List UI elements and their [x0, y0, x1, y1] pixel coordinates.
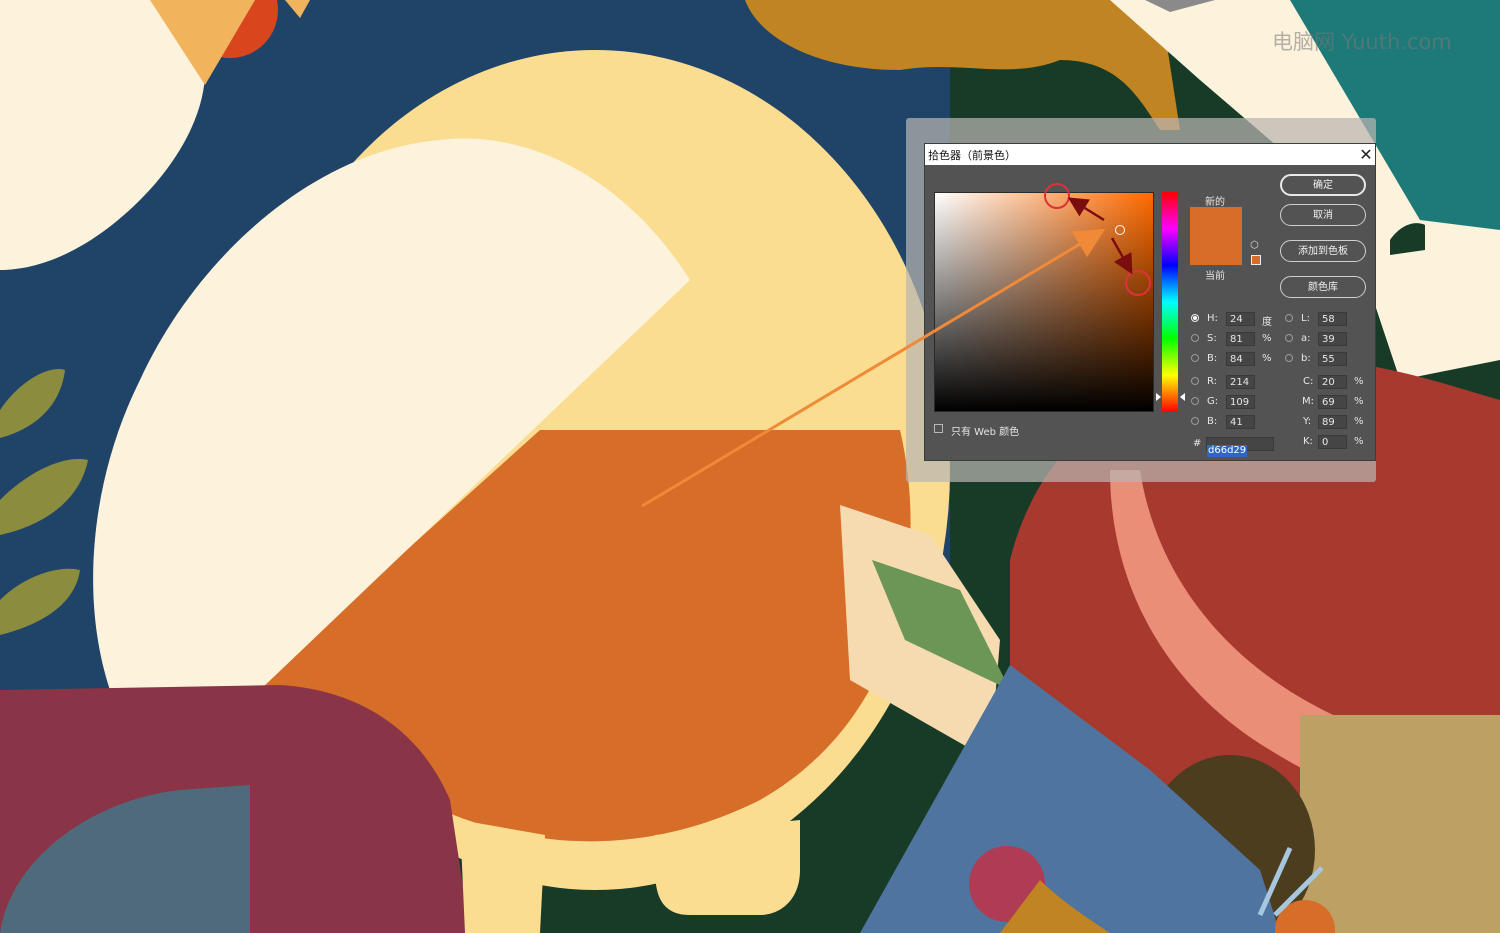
hue-slider-right-arrow-icon[interactable]	[1180, 393, 1185, 401]
label-l: L:	[1301, 313, 1310, 324]
unit-s: %	[1262, 333, 1272, 344]
unit-k: %	[1354, 436, 1364, 447]
watermark-text: 电脑网 Yuuth.com	[1272, 30, 1452, 54]
radio-blue[interactable]	[1191, 417, 1199, 425]
close-icon[interactable]: ✕	[1357, 144, 1375, 165]
input-m[interactable]: 69	[1318, 395, 1347, 409]
radio-l[interactable]	[1285, 314, 1293, 322]
hue-slider[interactable]	[1162, 192, 1178, 412]
label-brightness: B:	[1207, 353, 1218, 364]
input-k[interactable]: 0	[1318, 435, 1347, 449]
unit-y: %	[1354, 416, 1364, 427]
input-blue[interactable]: 41	[1226, 415, 1255, 429]
input-a[interactable]: 39	[1318, 332, 1347, 346]
radio-brightness[interactable]	[1191, 354, 1199, 362]
radio-r[interactable]	[1191, 377, 1199, 385]
hex-label: #	[1193, 438, 1202, 449]
hue-slider-left-arrow-icon[interactable]	[1156, 393, 1161, 401]
radio-lab-b[interactable]	[1285, 354, 1293, 362]
radio-s[interactable]	[1191, 334, 1199, 342]
color-field[interactable]	[934, 192, 1154, 412]
label-y: Y:	[1303, 416, 1312, 427]
current-color-label: 当前	[1205, 271, 1225, 282]
dialog-titlebar[interactable]: 拾色器（前景色） ✕	[925, 144, 1375, 165]
label-s: S:	[1207, 333, 1217, 344]
color-field-cursor[interactable]	[1115, 225, 1125, 235]
web-colors-only-checkbox[interactable]	[934, 424, 943, 433]
unit-brightness: %	[1262, 353, 1272, 364]
input-r[interactable]: 214	[1226, 375, 1255, 389]
hex-input[interactable]: d66d29	[1206, 437, 1274, 457]
color-picker-dialog: 拾色器（前景色） ✕ 新的 当前 ⬡ 确定 取消 添加到色板 颜色库 H: 24…	[924, 143, 1376, 461]
label-a: a:	[1301, 333, 1311, 344]
label-h: H:	[1207, 313, 1218, 324]
web-safe-swatch-icon[interactable]	[1251, 255, 1261, 265]
input-brightness[interactable]: 84	[1226, 352, 1255, 366]
ok-button[interactable]: 确定	[1280, 174, 1366, 196]
web-colors-only-label: 只有 Web 颜色	[951, 427, 1020, 438]
unit-h: 度	[1262, 317, 1272, 328]
label-k: K:	[1303, 436, 1313, 447]
color-libraries-button[interactable]: 颜色库	[1280, 276, 1366, 298]
input-g[interactable]: 109	[1226, 395, 1255, 409]
input-l[interactable]: 58	[1318, 312, 1347, 326]
hex-value: d66d29	[1207, 445, 1248, 457]
label-blue: B:	[1207, 416, 1218, 427]
label-g: G:	[1207, 396, 1219, 407]
unit-m: %	[1354, 396, 1364, 407]
gamut-cube-icon[interactable]: ⬡	[1250, 240, 1259, 251]
new-current-color-swatch[interactable]	[1190, 207, 1242, 265]
label-lab-b: b:	[1301, 353, 1311, 364]
radio-g[interactable]	[1191, 397, 1199, 405]
cancel-button[interactable]: 取消	[1280, 204, 1366, 226]
unit-c: %	[1354, 376, 1364, 387]
add-to-swatches-button[interactable]: 添加到色板	[1280, 240, 1366, 262]
label-c: C:	[1303, 376, 1314, 387]
radio-h[interactable]	[1191, 314, 1199, 322]
new-color-label: 新的	[1205, 197, 1225, 208]
input-s[interactable]: 81	[1226, 332, 1255, 346]
dialog-title: 拾色器（前景色）	[928, 149, 1016, 162]
input-c[interactable]: 20	[1318, 375, 1347, 389]
label-m: M:	[1302, 396, 1314, 407]
radio-a[interactable]	[1285, 334, 1293, 342]
input-h[interactable]: 24	[1226, 312, 1255, 326]
input-lab-b[interactable]: 55	[1318, 352, 1347, 366]
input-y[interactable]: 89	[1318, 415, 1347, 429]
label-r: R:	[1207, 376, 1218, 387]
